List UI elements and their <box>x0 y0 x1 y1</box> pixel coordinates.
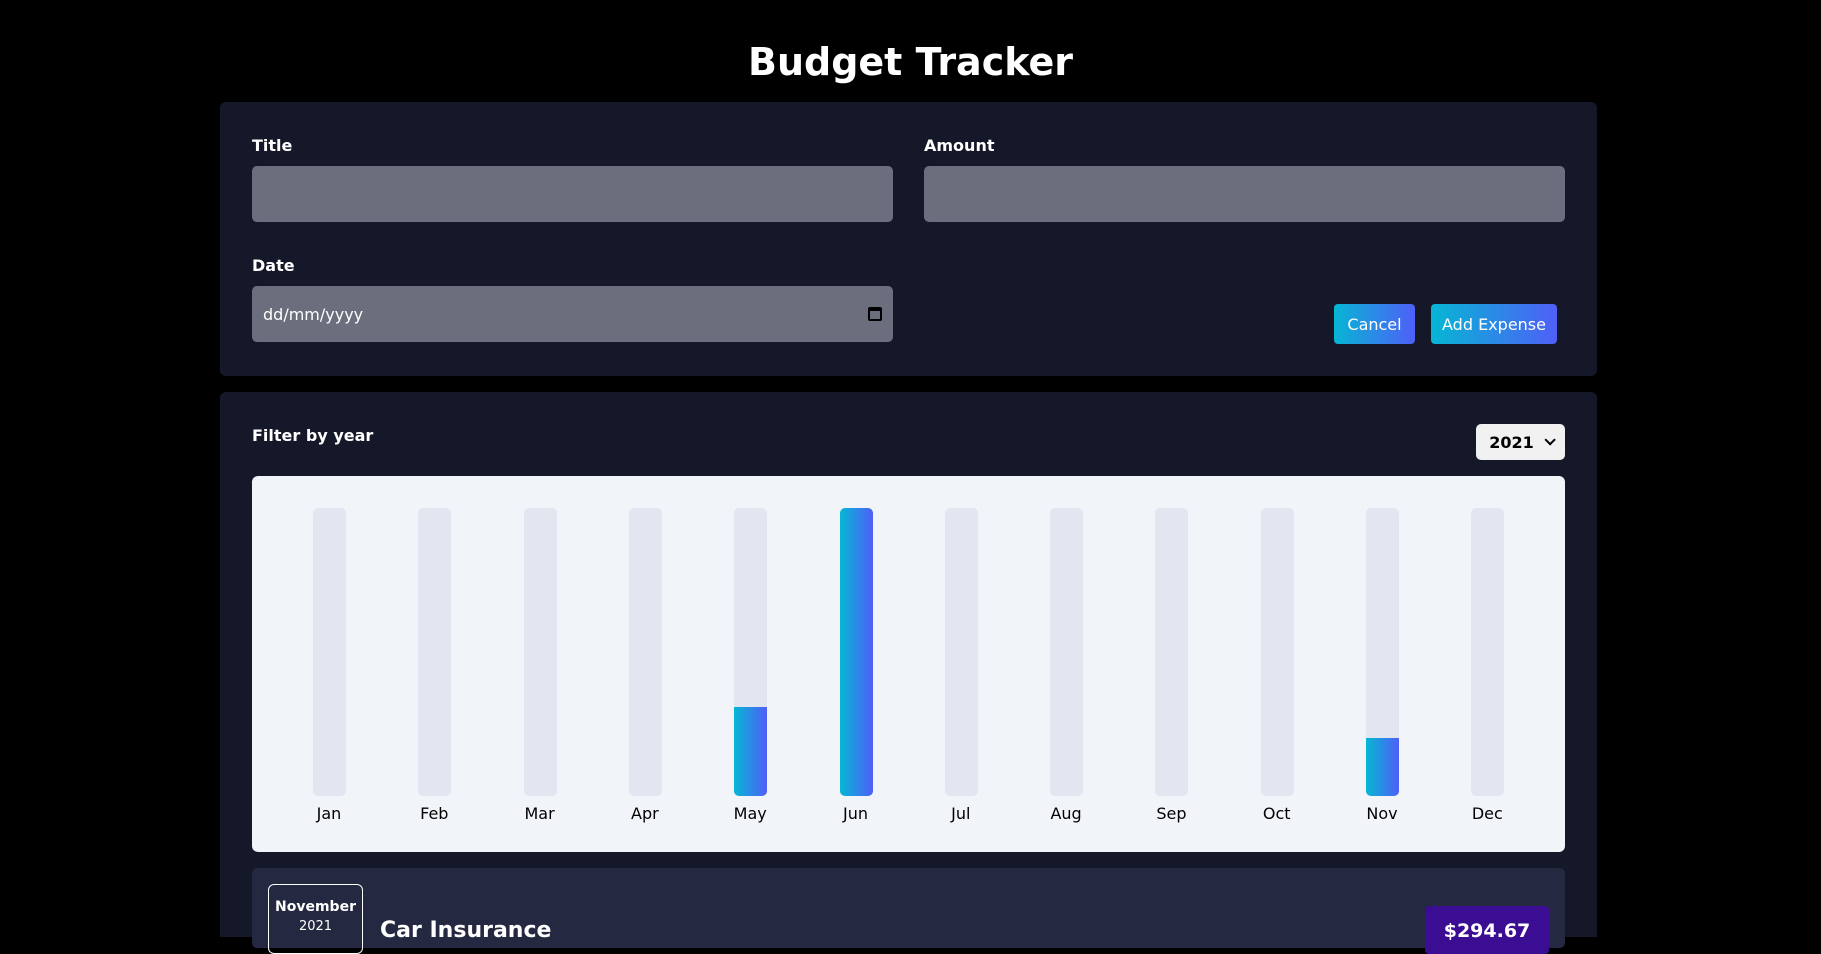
chart-bar-jun: Jun <box>839 508 873 823</box>
expense-date: November 2021 <box>268 884 363 954</box>
amount-label: Amount <box>924 136 995 155</box>
bar-track <box>523 508 557 796</box>
bar-fill <box>734 707 768 796</box>
title-label: Title <box>252 136 293 155</box>
expenses-panel: Filter by year 2021 Jan Feb Mar Apr May Jun Ju… <box>220 392 1597 954</box>
year-select[interactable]: 2021 <box>1476 424 1565 460</box>
chart-bar-feb: Feb <box>418 508 452 823</box>
chart-bar-mar: Mar <box>523 508 557 823</box>
bar-track <box>1155 508 1189 796</box>
date-label: Date <box>252 256 295 275</box>
expense-item: November 2021 Car Insurance $294.67 <box>252 868 1565 954</box>
bar-track <box>1366 508 1399 796</box>
bar-label: Jul <box>951 804 971 823</box>
new-expense-form: Title Amount Date dd/mm/yyyy Cancel Add … <box>220 102 1597 376</box>
bar-track <box>839 508 873 796</box>
bar-track <box>1050 508 1084 796</box>
bar-track <box>1471 508 1505 796</box>
chart-bar-oct: Oct <box>1260 508 1294 823</box>
chart-bar-jul: Jul <box>944 508 978 823</box>
bar-label: Sep <box>1156 804 1187 823</box>
chart-bar-may: May <box>734 508 768 823</box>
bar-track <box>1260 508 1294 796</box>
chart-bar-apr: Apr <box>628 508 662 823</box>
bar-label: Oct <box>1262 804 1291 823</box>
chart-bar-sep: Sep <box>1155 508 1189 823</box>
bar-track <box>734 508 768 796</box>
bar-track <box>944 508 978 796</box>
expense-month: November <box>275 899 356 915</box>
title-input[interactable] <box>252 166 893 222</box>
bar-track <box>628 508 662 796</box>
bar-label: Nov <box>1366 804 1398 823</box>
bar-fill <box>1366 738 1399 796</box>
chart-bar-dec: Dec <box>1471 508 1505 823</box>
bar-label: May <box>733 804 767 823</box>
bar-label: Jun <box>843 804 868 823</box>
add-expense-button[interactable]: Add Expense <box>1431 304 1557 344</box>
bar-label: Dec <box>1471 804 1503 823</box>
bar-track <box>313 508 346 796</box>
bar-label: Mar <box>524 804 555 823</box>
expense-year: 2021 <box>298 919 333 934</box>
bar-fill <box>839 508 873 796</box>
bar-label: Feb <box>420 804 449 823</box>
expense-amount: $294.67 <box>1425 906 1549 954</box>
filter-label: Filter by year <box>252 426 374 445</box>
year-select-value: 2021 <box>1489 432 1534 452</box>
amount-input[interactable] <box>924 166 1565 222</box>
date-input[interactable]: dd/mm/yyyy <box>252 286 893 342</box>
cancel-button[interactable]: Cancel <box>1334 304 1415 344</box>
expenses-chart: Jan Feb Mar Apr May Jun Jul Aug Sep Oct Nov Dec <box>252 476 1565 852</box>
chart-bar-aug: Aug <box>1050 508 1084 823</box>
bar-track <box>418 508 452 796</box>
bar-label: Aug <box>1050 804 1082 823</box>
chart-bar-jan: Jan <box>313 508 346 823</box>
date-placeholder: dd/mm/yyyy <box>263 304 364 324</box>
calendar-icon[interactable] <box>868 307 882 321</box>
bar-label: Jan <box>316 804 342 823</box>
chart-bar-nov: Nov <box>1366 508 1399 823</box>
page-title: Budget Tracker <box>747 40 1073 84</box>
chevron-down-icon <box>1544 434 1556 446</box>
expense-title: Car Insurance <box>380 918 552 943</box>
bar-label: Apr <box>631 804 659 823</box>
